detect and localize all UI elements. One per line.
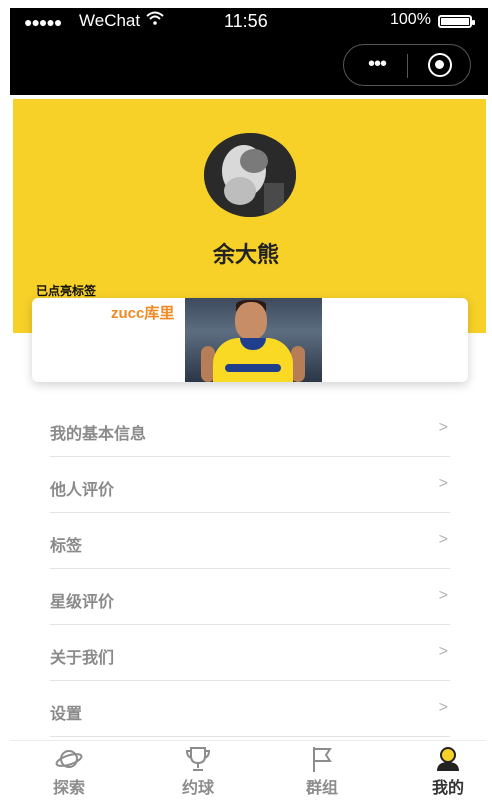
menu-item-about-us[interactable]: 关于我们 > [50, 625, 450, 681]
avatar-photo [204, 133, 296, 217]
chevron-right-icon: > [438, 699, 448, 716]
chevron-right-icon: > [438, 531, 448, 548]
avatar[interactable] [204, 133, 296, 217]
tab-explore[interactable]: 探索 [29, 741, 109, 805]
tab-label: 约球 [181, 780, 214, 797]
chevron-right-icon: > [438, 475, 448, 492]
tab-label: 我的 [431, 780, 464, 797]
top-bar: ●●●●● WeChat 11:56 100% ••• [10, 8, 488, 95]
menu-item-settings[interactable]: 设置 > [50, 681, 450, 737]
capsule-divider [407, 54, 408, 78]
tab-bar: 探索 约球 群组 我的 [10, 740, 486, 805]
chevron-right-icon: > [438, 419, 448, 436]
tag-name: zucc库里 [111, 305, 175, 322]
tab-me[interactable]: 我的 [408, 741, 488, 805]
signal-icon: ●●●●● [24, 14, 62, 30]
settings-menu: 我的基本信息 > 他人评价 > 标签 > 星级评价 > 关于我们 > 设置 > [50, 401, 450, 737]
menu-item-label: 关于我们 [50, 650, 115, 667]
menu-item-label: 设置 [50, 706, 83, 723]
battery-icon [438, 15, 475, 28]
battery-percent: 100% [390, 11, 431, 28]
flag-icon [313, 747, 332, 772]
menu-item-star-rating[interactable]: 星级评价 > [50, 569, 450, 625]
wifi-icon [146, 11, 164, 29]
status-bar: ●●●●● WeChat 11:56 100% [10, 8, 488, 38]
menu-item-label: 我的基本信息 [50, 426, 147, 443]
user-icon [437, 747, 459, 771]
tag-player-image [185, 298, 322, 382]
more-button[interactable]: ••• [360, 51, 394, 79]
user-name: 余大熊 [212, 242, 279, 267]
menu-item-label: 星级评价 [50, 594, 115, 611]
clock: 11:56 [224, 11, 268, 31]
tab-games[interactable]: 约球 [158, 741, 238, 805]
trophy-icon [185, 747, 211, 771]
chevron-right-icon: > [438, 643, 448, 660]
menu-item-label: 他人评价 [50, 482, 115, 499]
tab-label: 群组 [305, 780, 338, 797]
menu-item-reviews[interactable]: 他人评价 > [50, 457, 450, 513]
menu-item-tags[interactable]: 标签 > [50, 513, 450, 569]
lit-tags-label: 已点亮标签 [36, 284, 97, 298]
tab-groups[interactable]: 群组 [282, 741, 362, 805]
menu-item-basic-info[interactable]: 我的基本信息 > [50, 401, 450, 457]
menu-item-label: 标签 [50, 538, 83, 555]
mini-program-capsule: ••• [343, 44, 471, 86]
close-mini-program-button[interactable] [428, 53, 452, 77]
chevron-right-icon: > [438, 587, 448, 604]
carrier-name: WeChat [79, 11, 141, 30]
tab-label: 探索 [52, 780, 85, 797]
planet-icon [55, 750, 83, 768]
